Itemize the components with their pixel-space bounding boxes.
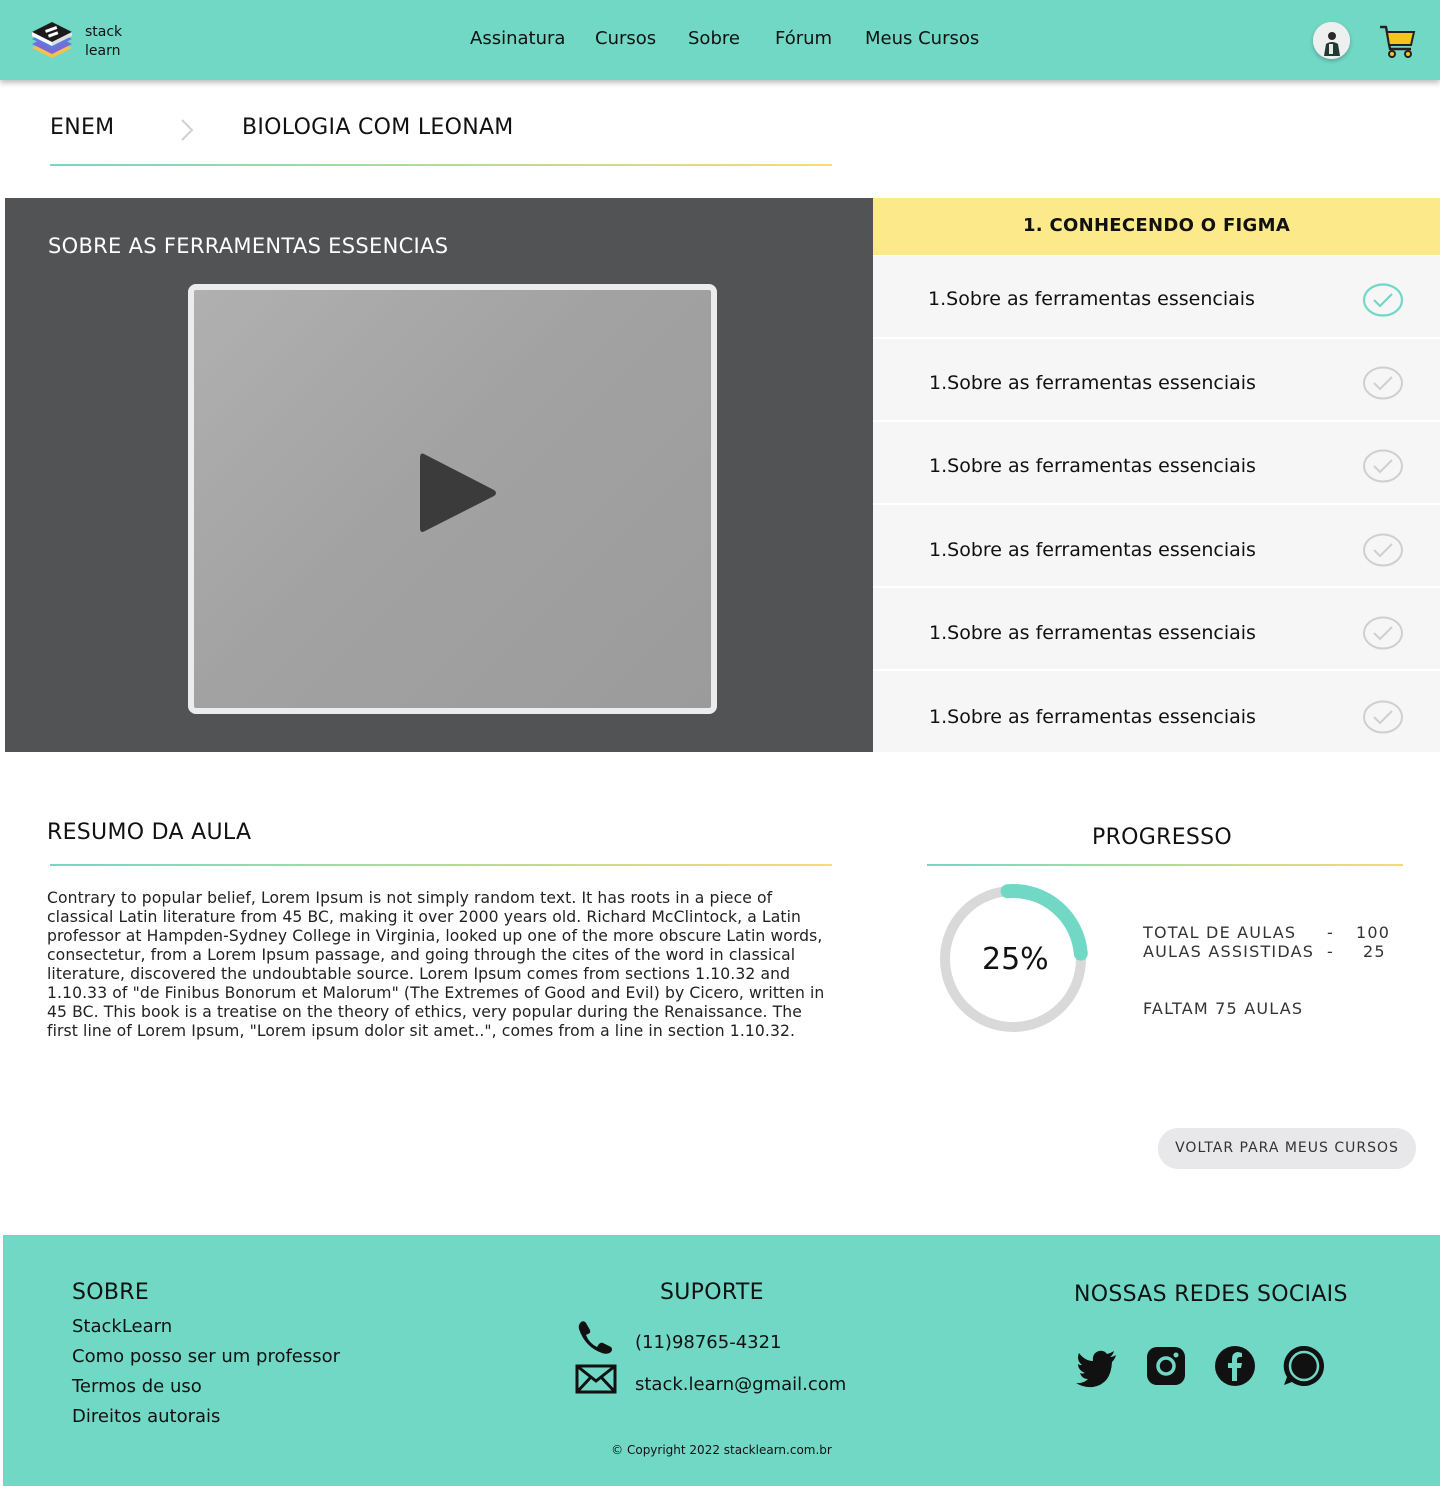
progress-percent: 25%	[982, 942, 1049, 977]
facebook-icon[interactable]	[1214, 1345, 1256, 1387]
watched-lessons-value: 25	[1363, 942, 1386, 961]
footer-social-title: NOSSAS REDES SOCIAIS	[1074, 1282, 1348, 1307]
summary-text: Contrary to popular belief, Lorem Ipsum …	[47, 889, 825, 1040]
lesson-item[interactable]: 1.Sobre as ferramentas essenciais	[873, 256, 1440, 337]
back-to-my-courses-button[interactable]: VOLTAR PARA MEUS CURSOS	[1158, 1128, 1416, 1169]
user-avatar[interactable]	[1313, 22, 1350, 59]
lesson-item-label: 1.Sobre as ferramentas essenciais	[929, 455, 1256, 477]
summary-title: RESUMO DA AULA	[47, 820, 252, 845]
user-avatar-image	[1313, 22, 1350, 59]
watched-lessons-label: AULAS ASSISTIDAS	[1143, 942, 1315, 961]
logo-line-1: stack	[85, 24, 123, 40]
breadcrumb-underline	[50, 164, 832, 166]
nav-cursos[interactable]: Cursos	[595, 28, 656, 49]
nav-meus-cursos[interactable]: Meus Cursos	[865, 28, 979, 49]
stacklearn-logo[interactable]: stack learn	[28, 18, 138, 66]
footer-link-stacklearn[interactable]: StackLearn	[72, 1316, 172, 1337]
copyright-text: © Copyright 2022 stacklearn.com.br	[611, 1443, 832, 1457]
nav-assinatura[interactable]: Assinatura	[470, 28, 565, 49]
whatsapp-icon[interactable]	[1283, 1345, 1325, 1387]
video-frame[interactable]	[188, 284, 717, 714]
lesson-video-title: SOBRE AS FERRAMENTAS ESSENCIAS	[48, 234, 449, 258]
lesson-item-label: 1.Sobre as ferramentas essenciais	[929, 372, 1256, 394]
check-circle-icon[interactable]	[1362, 532, 1404, 568]
footer-link-terms[interactable]: Termos de uso	[72, 1376, 202, 1397]
video-player-panel: SOBRE AS FERRAMENTAS ESSENCIAS	[5, 198, 873, 752]
progress-title: PROGRESSO	[1092, 825, 1233, 850]
top-navbar: stack learn Assinatura Cursos Sobre Fóru…	[0, 0, 1440, 80]
remaining-lessons: FALTAM 75 AULAS	[1143, 999, 1304, 1018]
breadcrumb-enem[interactable]: ENEM	[50, 115, 114, 140]
twitter-icon[interactable]	[1076, 1348, 1118, 1390]
module-header[interactable]: 1. CONHECENDO O FIGMA	[873, 198, 1440, 255]
lesson-item-label: 1.Sobre as ferramentas essenciais	[929, 539, 1256, 561]
check-circle-icon[interactable]	[1362, 615, 1404, 651]
lesson-item-label: 1.Sobre as ferramentas essenciais	[928, 288, 1255, 310]
check-circle-icon[interactable]	[1362, 448, 1404, 484]
footer-about-title: SOBRE	[72, 1280, 150, 1305]
footer-link-copyright[interactable]: Direitos autorais	[72, 1406, 220, 1427]
phone-icon	[578, 1321, 612, 1354]
lesson-item[interactable]: 1.Sobre as ferramentas essenciais	[873, 505, 1440, 586]
progress-underline	[927, 864, 1403, 866]
footer: SOBRE StackLearn Como posso ser um profe…	[3, 1235, 1440, 1486]
chevron-right-icon	[181, 119, 194, 141]
watched-lessons-dash: -	[1327, 942, 1334, 961]
lesson-item[interactable]: 1.Sobre as ferramentas essenciais	[873, 339, 1440, 420]
logo-wordmark: stack learn	[85, 23, 122, 61]
instagram-icon[interactable]	[1145, 1345, 1187, 1387]
nav-sobre[interactable]: Sobre	[688, 28, 740, 49]
breadcrumb-current-course: BIOLOGIA COM LEONAM	[242, 115, 514, 140]
total-lessons-dash: -	[1327, 923, 1334, 942]
play-icon[interactable]	[416, 448, 500, 538]
email-icon	[575, 1364, 617, 1394]
support-phone[interactable]: (11)98765-4321	[635, 1332, 782, 1353]
lesson-item[interactable]: 1.Sobre as ferramentas essenciais	[873, 671, 1440, 752]
lesson-item-label: 1.Sobre as ferramentas essenciais	[929, 706, 1256, 728]
logo-line-2: learn	[85, 43, 121, 59]
footer-link-become-teacher[interactable]: Como posso ser um professor	[72, 1346, 340, 1367]
nav-forum[interactable]: Fórum	[775, 28, 832, 49]
lesson-item[interactable]: 1.Sobre as ferramentas essenciais	[873, 588, 1440, 669]
support-email[interactable]: stack.learn@gmail.com	[635, 1374, 846, 1395]
check-circle-icon[interactable]	[1362, 282, 1404, 318]
check-circle-icon[interactable]	[1362, 365, 1404, 401]
check-circle-icon[interactable]	[1362, 699, 1404, 735]
lesson-item-label: 1.Sobre as ferramentas essenciais	[929, 622, 1256, 644]
lesson-item[interactable]: 1.Sobre as ferramentas essenciais	[873, 422, 1440, 503]
total-lessons-value: 100	[1356, 923, 1391, 942]
footer-support-title: SUPORTE	[660, 1280, 764, 1305]
total-lessons-label: TOTAL DE AULAS	[1143, 923, 1297, 942]
summary-underline	[50, 864, 832, 866]
logo-stack-icon	[32, 22, 72, 58]
shopping-cart-icon[interactable]	[1378, 22, 1416, 60]
